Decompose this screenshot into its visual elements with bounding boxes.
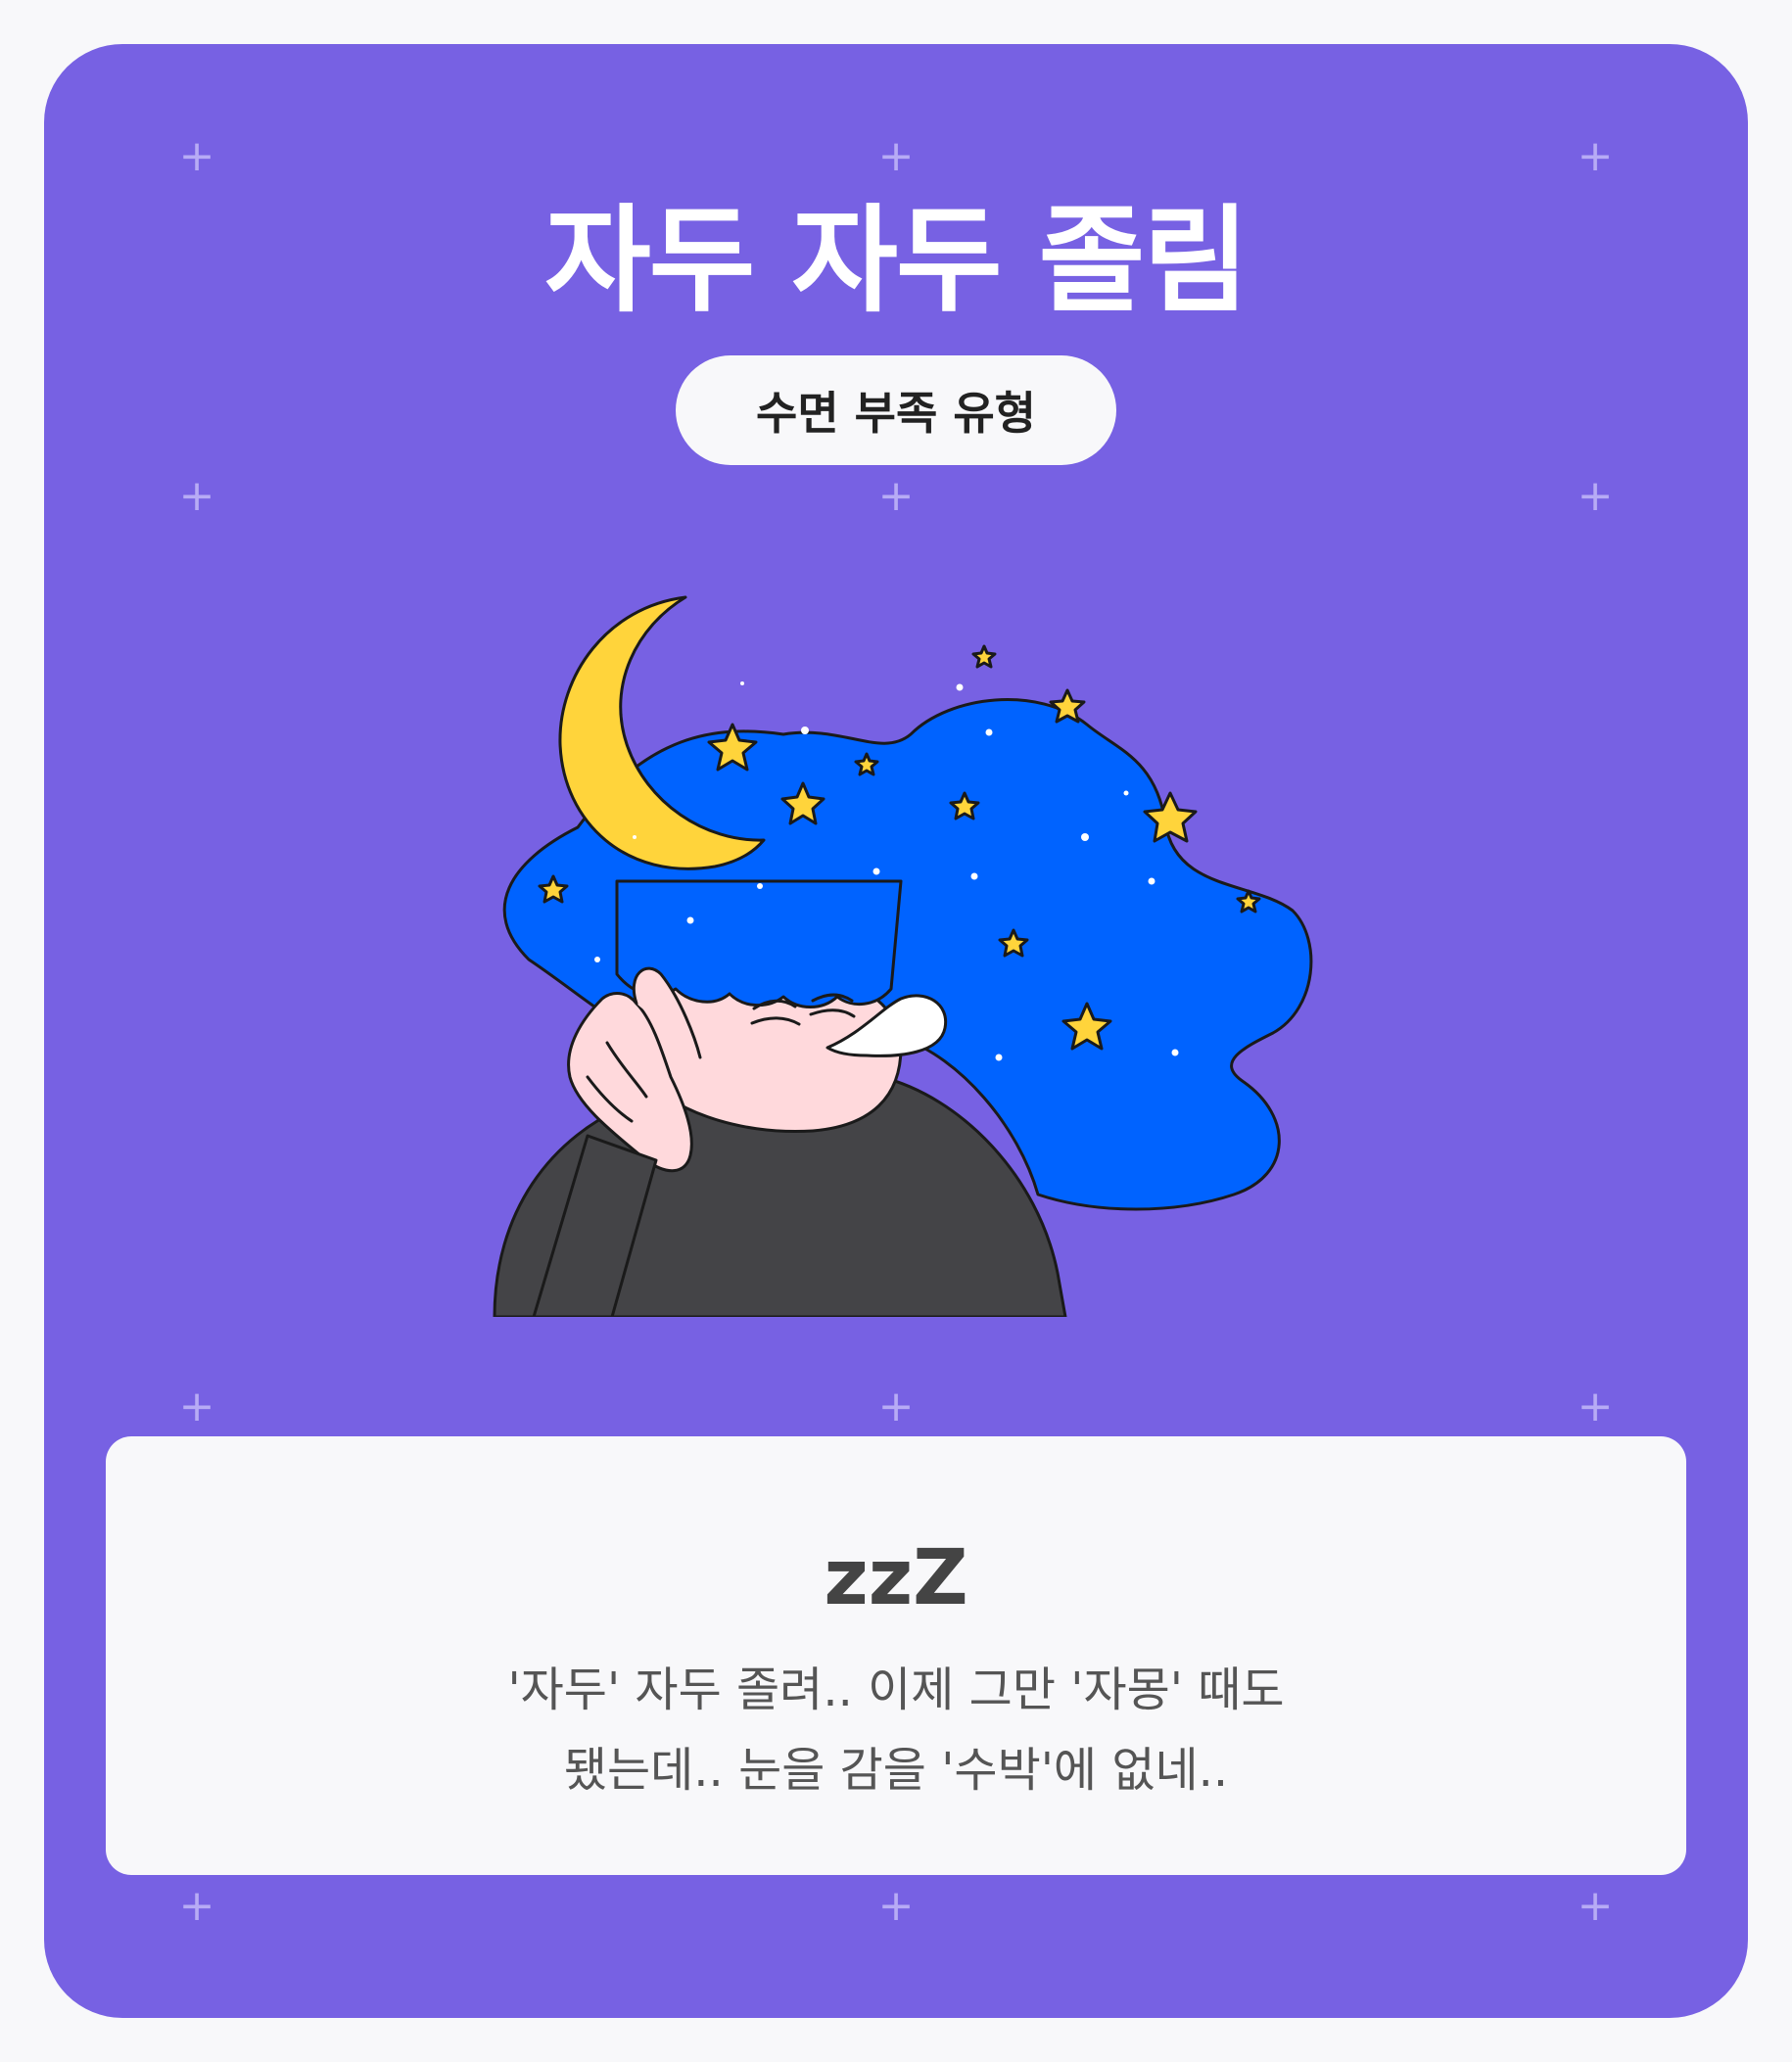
plus-icon: + <box>1577 1382 1614 1431</box>
plus-icon: + <box>1577 131 1614 181</box>
sleepy-person-illustration <box>493 595 1313 1317</box>
page-title: 자두 자두 졸림 <box>544 193 1250 328</box>
plus-icon: + <box>178 471 215 521</box>
result-description-line: 됐는데.. 눈을 감을 '수박'에 없네.. <box>563 1743 1229 1798</box>
plus-icon: + <box>1577 471 1614 521</box>
result-heading: zzZ <box>824 1534 968 1622</box>
type-badge-label: 수면 부족 유형 <box>756 387 1036 440</box>
result-description-box: zzZ '자두' 자두 졸려.. 이제 그만 '자몽' 때도 됐는데.. 눈을 … <box>106 1436 1686 1875</box>
plus-icon: + <box>1577 1881 1614 1931</box>
plus-icon: + <box>877 1881 915 1931</box>
plus-icon: + <box>178 1382 215 1431</box>
plus-icon: + <box>877 471 915 521</box>
result-description-line: '자두' 자두 졸려.. 이제 그만 '자몽' 때도 <box>507 1663 1285 1717</box>
plus-icon: + <box>178 131 215 181</box>
plus-icon: + <box>877 1382 915 1431</box>
type-badge: 수면 부족 유형 <box>676 355 1116 465</box>
plus-icon: + <box>877 131 915 181</box>
result-description: '자두' 자두 졸려.. 이제 그만 '자몽' 때도 됐는데.. 눈을 감을 '… <box>106 1650 1686 1810</box>
plus-icon: + <box>178 1881 215 1931</box>
